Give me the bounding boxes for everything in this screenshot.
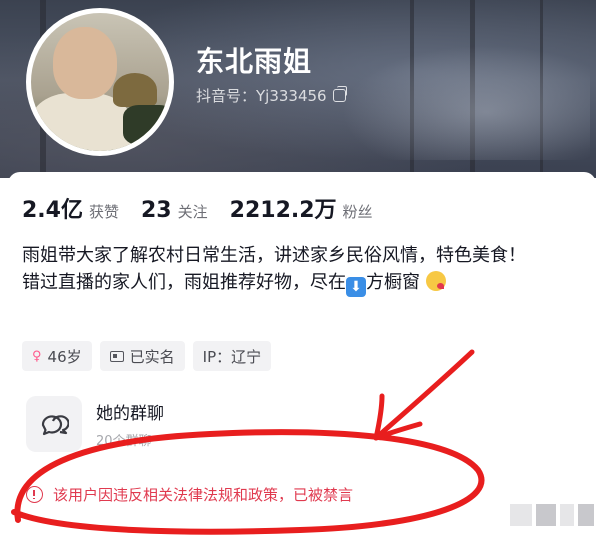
annotation-arrow-shaft [373,349,475,441]
hand-drawn-annotation [11,349,485,535]
annotation-circle [11,429,485,535]
